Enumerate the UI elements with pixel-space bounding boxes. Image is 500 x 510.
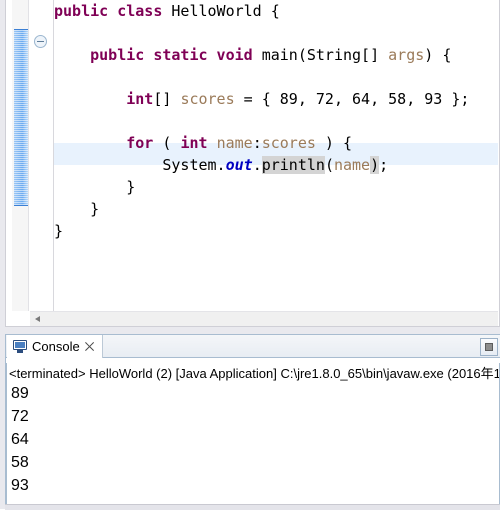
terminate-square-icon[interactable] [480, 338, 498, 356]
scroll-left-arrow-icon[interactable] [30, 312, 45, 326]
folding-column[interactable] [30, 0, 54, 311]
close-icon[interactable]: ⨉ [85, 341, 95, 353]
editor-horizontal-scrollbar[interactable] [30, 311, 498, 326]
code-line: public static void main(String[] args) { [90, 46, 452, 64]
code-line: } [54, 222, 64, 240]
editor-area: public class HelloWorld { public static … [0, 0, 500, 330]
code-line: } [54, 178, 136, 196]
console-process-label: <terminated> HelloWorld (2) [Java Applic… [9, 366, 500, 381]
tab-console[interactable]: Console ⨉ [7, 335, 104, 358]
console-tab-bar: Console ⨉ [5, 334, 500, 358]
code-canvas[interactable]: public class HelloWorld { public static … [54, 0, 498, 311]
collapse-minus-icon[interactable] [34, 35, 47, 48]
editor-frame: public class HelloWorld { public static … [5, 0, 500, 327]
console-monitor-icon [13, 340, 27, 353]
console-tab-label: Console [32, 339, 80, 354]
console-view: Console ⨉ <terminated> HelloWorld (2) [J… [0, 330, 500, 510]
code-line: for ( int name:scores ) { [126, 134, 353, 152]
source-code[interactable]: public class HelloWorld { public static … [54, 0, 469, 242]
console-output-text: 89 72 64 58 93 [11, 385, 29, 494]
console-output-area[interactable]: <terminated> HelloWorld (2) [Java Applic… [6, 363, 500, 508]
code-line-current: System.out.println(name); [54, 156, 389, 174]
code-line: } [54, 200, 100, 218]
code-line: public class HelloWorld { [54, 2, 280, 20]
method-range-indicator [14, 29, 28, 206]
code-line: int[] scores = { 89, 72, 64, 58, 93 }; [126, 90, 470, 108]
console-bottom-strip [5, 504, 500, 510]
